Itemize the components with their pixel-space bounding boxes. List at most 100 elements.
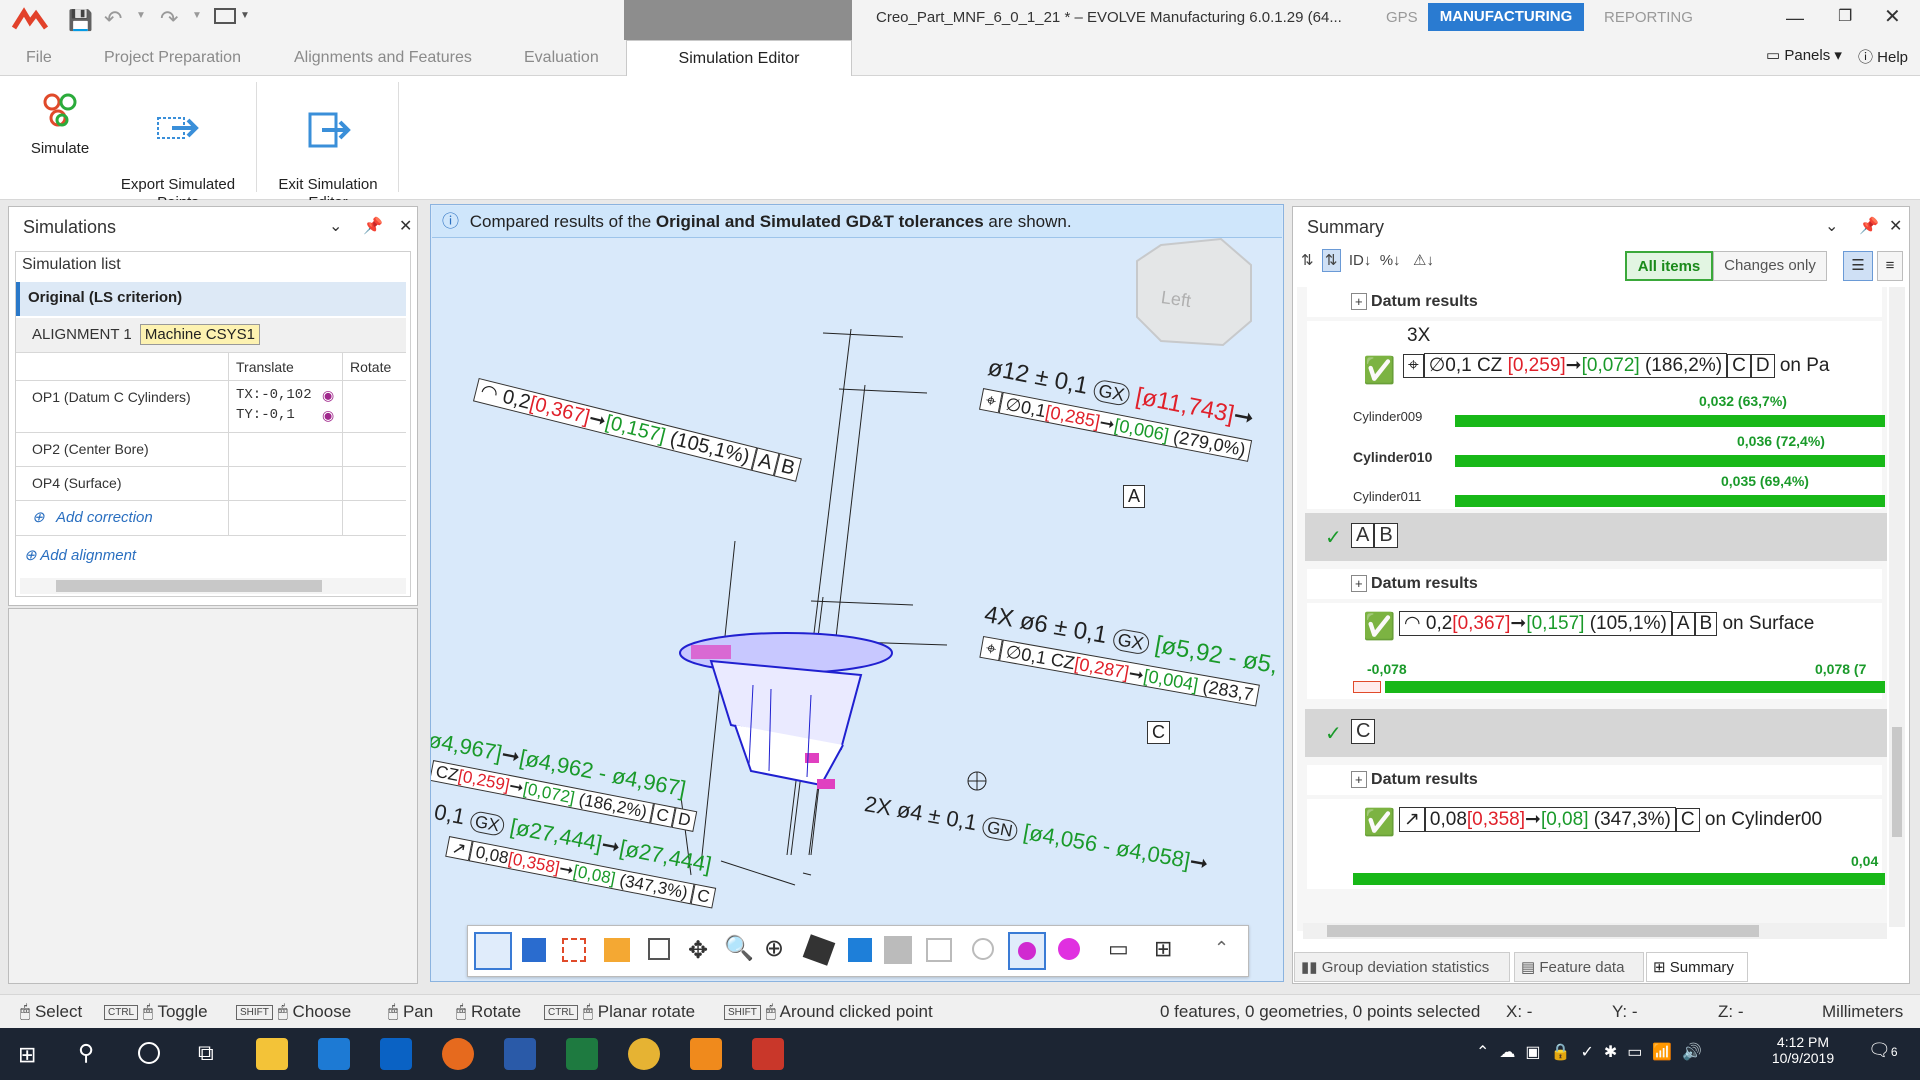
sort-warning-icon[interactable]: ⚠↓ xyxy=(1413,252,1434,269)
redo-dropdown-icon[interactable]: ▼ xyxy=(192,10,202,21)
exit-simulation-editor-button[interactable]: Exit Simulation Editor xyxy=(272,90,384,212)
simulation-original[interactable]: Original (LS criterion) xyxy=(16,282,406,316)
close-button[interactable]: ✕ xyxy=(1884,4,1901,29)
vertical-scrollbar[interactable] xyxy=(1889,287,1905,927)
table-row[interactable]: OP4 (Surface) xyxy=(16,466,406,500)
simulate-button[interactable]: Simulate xyxy=(26,90,94,158)
horizontal-scrollbar[interactable] xyxy=(20,578,406,594)
feature-select-icon[interactable] xyxy=(604,938,630,962)
collapse-toolbar-icon[interactable]: ⌃ xyxy=(1214,938,1229,959)
internet-explorer-icon[interactable] xyxy=(318,1038,350,1070)
tab-alignments-features[interactable]: Alignments and Features xyxy=(282,40,484,76)
scrollbar-thumb[interactable] xyxy=(1327,925,1759,937)
expand-icon[interactable]: + xyxy=(1351,293,1367,310)
undo-icon[interactable]: ↶ xyxy=(104,6,122,32)
alignment-row[interactable]: ALIGNMENT 1 Machine CSYS1 xyxy=(16,318,406,352)
tab-feature-data[interactable]: ▤ Feature data xyxy=(1514,952,1644,982)
view-cube-tool-icon[interactable] xyxy=(522,938,546,962)
select-box-icon[interactable] xyxy=(474,932,512,970)
datum-group-ab[interactable]: ✓ AB xyxy=(1305,513,1887,561)
tab-group-deviation-statistics[interactable]: ▮▮ Group deviation statistics xyxy=(1294,952,1510,982)
file-explorer-icon[interactable] xyxy=(256,1038,288,1070)
list-view-icon[interactable]: ☰ xyxy=(1843,251,1873,281)
zoom-fit-icon[interactable]: ⊕ xyxy=(764,934,784,963)
close-pane-icon[interactable]: ✕ xyxy=(399,207,412,247)
shaded-icon[interactable] xyxy=(848,938,872,962)
datum-results-row[interactable]: + Datum results xyxy=(1307,765,1882,795)
save-icon[interactable]: 💾 xyxy=(68,8,93,33)
horizontal-scrollbar[interactable] xyxy=(1303,923,1887,939)
add-correction-button[interactable]: ⊕ Add correction xyxy=(16,500,406,536)
tab-simulation-editor[interactable]: Simulation Editor xyxy=(626,40,852,78)
fit-icon[interactable] xyxy=(648,938,670,960)
select-region-icon[interactable] xyxy=(562,938,586,962)
redo-icon[interactable]: ↷ xyxy=(160,6,178,32)
clock[interactable]: 4:12 PM 10/9/2019 xyxy=(1768,1034,1838,1066)
sort-active-icon[interactable]: ⇅ xyxy=(1321,249,1341,272)
wireframe-icon[interactable] xyxy=(926,938,952,962)
mode-gps[interactable]: GPS xyxy=(1386,9,1418,26)
layout-tool-icon[interactable]: ⊞ xyxy=(1154,936,1172,962)
tab-summary[interactable]: ⊞ Summary xyxy=(1646,952,1748,982)
target-icon[interactable]: ◉ xyxy=(322,407,334,424)
result-block-runout[interactable]: ✅ ↗ 0,08[0,358]➞[0,08] (347,3%) C on Cylin… xyxy=(1307,799,1885,889)
table-row[interactable]: OP2 (Center Bore) xyxy=(16,432,406,466)
vlc-icon[interactable] xyxy=(690,1038,722,1070)
tab-evaluation[interactable]: Evaluation xyxy=(512,40,611,76)
window-layout-icon[interactable] xyxy=(214,8,236,24)
pin-icon[interactable]: 📌 xyxy=(363,207,383,247)
app-logo-icon[interactable] xyxy=(10,6,50,34)
expand-icon[interactable]: + xyxy=(1351,771,1367,788)
start-icon[interactable]: ⊞ xyxy=(18,1042,36,1068)
sort-az-icon[interactable]: ⇅ xyxy=(1301,252,1314,269)
points-display-icon[interactable] xyxy=(1008,932,1046,970)
zoom-icon[interactable]: 🔍 xyxy=(724,934,754,963)
panels-button[interactable]: ▭ Panels ▾ xyxy=(1766,46,1842,64)
pane-menu-icon[interactable]: ⌄ xyxy=(1825,207,1838,247)
datum-results-row[interactable]: + Datum results xyxy=(1307,569,1882,599)
target-icon[interactable]: ◉ xyxy=(322,387,334,404)
task-view-icon[interactable]: ⧉ xyxy=(198,1040,214,1066)
result-block-profile[interactable]: ✅ ◠ 0,2[0,367]➞[0,157] (105,1%) A B on Sur… xyxy=(1307,603,1885,699)
firefox-icon[interactable] xyxy=(442,1038,474,1070)
render-mode-icon[interactable] xyxy=(802,934,836,966)
restore-button[interactable]: ❐ xyxy=(1838,6,1852,26)
undo-dropdown-icon[interactable]: ▼ xyxy=(136,10,146,21)
annotation-icon[interactable]: ▭ xyxy=(1108,936,1129,962)
chrome-icon[interactable] xyxy=(628,1038,660,1070)
export-simulated-points-button[interactable]: Export Simulated Points xyxy=(118,90,238,212)
plane-icon[interactable] xyxy=(884,936,912,964)
notifications-icon[interactable]: 🗨6 xyxy=(1868,1040,1898,1061)
minimize-button[interactable]: — xyxy=(1786,8,1804,29)
pan-icon[interactable]: ✥ xyxy=(688,936,708,965)
3d-viewport[interactable]: Left ◠ 0,2[0,367]➞[0,157] (105,1%) A B ø12… xyxy=(430,204,1284,982)
search-icon[interactable]: ⚲ xyxy=(78,1040,94,1066)
help-button[interactable]: ⓘ Help xyxy=(1858,46,1908,67)
rotate-icon[interactable] xyxy=(972,938,994,960)
datum-group-c[interactable]: ✓ C xyxy=(1305,709,1887,757)
sort-percent-icon[interactable]: %↓ xyxy=(1380,252,1401,269)
add-alignment-button[interactable]: ⊕ Add alignment xyxy=(24,546,136,564)
result-block-position[interactable]: 3X ✅ ⌖ ∅0,1 CZ [0,259]➞[0,072] (186,2%) C D… xyxy=(1307,321,1885,509)
sort-id-icon[interactable]: ID↓ xyxy=(1349,252,1372,269)
all-items-button[interactable]: All items xyxy=(1625,251,1713,281)
detail-view-icon[interactable]: ≡ xyxy=(1877,251,1903,281)
expand-icon[interactable]: + xyxy=(1351,575,1367,592)
word-icon[interactable] xyxy=(504,1038,536,1070)
mode-reporting[interactable]: REPORTING xyxy=(1604,9,1693,26)
tab-project-preparation[interactable]: Project Preparation xyxy=(92,40,253,76)
tab-file[interactable]: File xyxy=(14,40,64,76)
pin-icon[interactable]: 📌 xyxy=(1859,207,1879,247)
pane-menu-icon[interactable]: ⌄ xyxy=(329,207,342,247)
system-tray-icons[interactable]: ⌃☁▣🔒✓✱▭📶🔊 xyxy=(1476,1042,1712,1062)
view-cube-icon[interactable] xyxy=(1136,237,1252,347)
scrollbar-thumb[interactable] xyxy=(1892,727,1902,837)
excel-icon[interactable] xyxy=(566,1038,598,1070)
table-row[interactable]: OP1 (Datum C Cylinders) TX:-0,102 TY:-0,… xyxy=(16,380,406,432)
close-pane-icon[interactable]: ✕ xyxy=(1889,207,1902,247)
deviation-display-icon[interactable] xyxy=(1058,938,1080,960)
scrollbar-thumb[interactable] xyxy=(56,580,322,592)
evolve-app-icon[interactable] xyxy=(752,1038,784,1070)
changes-only-button[interactable]: Changes only xyxy=(1713,251,1827,281)
datum-results-row[interactable]: + Datum results xyxy=(1307,287,1882,317)
